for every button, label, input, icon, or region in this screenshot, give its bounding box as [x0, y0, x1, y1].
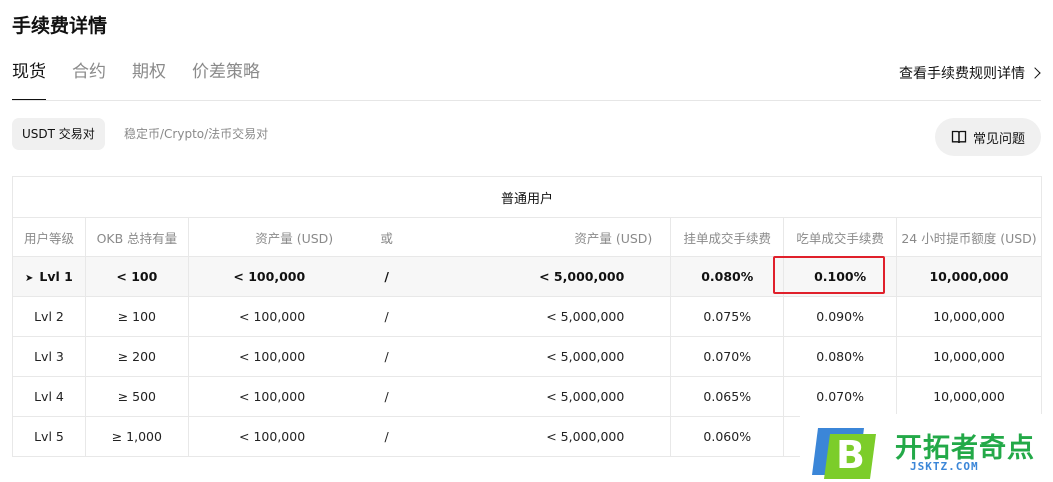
cell-okb: ≥ 100	[84, 296, 189, 337]
table-row: Lvl 3 ≥ 200 < 100,000 / < 5,000,000 0.07…	[12, 336, 1042, 377]
faq-button[interactable]: 常见问题	[935, 118, 1041, 156]
cell-maker-fee: 0.060%	[670, 416, 785, 457]
cell-or: /	[351, 336, 423, 377]
watermark-logo-icon: B	[812, 428, 876, 479]
cell-maker-fee: 0.065%	[670, 376, 785, 417]
tabs-divider	[12, 100, 1041, 101]
subtab-stable-crypto-fiat-pairs[interactable]: 稳定币/Crypto/法币交易对	[124, 125, 268, 142]
cell-assets-2: < 5,000,000	[422, 376, 672, 417]
tab-options[interactable]: 期权	[132, 60, 166, 101]
faq-button-label: 常见问题	[972, 131, 1025, 147]
cell-assets-2: < 5,000,000	[422, 336, 672, 377]
cell-or: /	[351, 296, 423, 337]
cell-taker-fee: 0.090%	[783, 296, 898, 337]
cell-withdraw-limit: 10,000,000	[896, 336, 1042, 377]
col-header-or: 或	[351, 217, 423, 257]
cell-assets: < 100,000	[187, 376, 352, 417]
cell-assets-2: < 5,000,000	[422, 296, 672, 337]
cell-taker-fee: 0.100%	[783, 256, 898, 297]
cell-level-text: Lvl 1	[39, 269, 73, 284]
cell-assets-2: < 5,000,000	[422, 416, 672, 457]
play-marker-icon: ➤	[25, 273, 34, 284]
cell-level: Lvl 2	[12, 296, 86, 337]
table-row: Lvl 4 ≥ 500 < 100,000 / < 5,000,000 0.06…	[12, 376, 1042, 417]
fee-rules-link[interactable]: 查看手续费规则详情	[899, 63, 1041, 83]
table-row: ➤ Lvl 1 < 100 < 100,000 / < 5,000,000 0.0…	[12, 256, 1042, 297]
cell-maker-fee: 0.070%	[670, 336, 785, 377]
tab-futures[interactable]: 合约	[72, 60, 106, 101]
fee-rules-link-label: 查看手续费规则详情	[899, 66, 1025, 82]
page-title: 手续费详情	[12, 15, 108, 37]
product-tabs: 现货 合约 期权 价差策略	[12, 60, 286, 101]
cell-level: Lvl 3	[12, 336, 86, 377]
watermark-domain: JSKTZ.COM	[910, 460, 979, 473]
tab-spot[interactable]: 现货	[12, 60, 46, 101]
table-group-header: 普通用户	[12, 176, 1042, 218]
cell-assets: < 100,000	[187, 336, 352, 377]
tab-spread-strategy[interactable]: 价差策略	[192, 60, 260, 101]
cell-level: Lvl 4	[12, 376, 86, 417]
cell-okb: ≥ 1,000	[84, 416, 189, 457]
cell-withdraw-limit: 10,000,000	[896, 256, 1042, 297]
col-header-withdraw-limit: 24 小时提币额度 (USD)	[896, 217, 1042, 257]
book-icon	[951, 130, 967, 144]
cell-maker-fee: 0.080%	[670, 256, 785, 297]
cell-or: /	[351, 376, 423, 417]
cell-taker-fee: 0.080%	[783, 336, 898, 377]
watermark-logo-letter: B	[836, 433, 865, 477]
table-row: Lvl 2 ≥ 100 < 100,000 / < 5,000,000 0.07…	[12, 296, 1042, 337]
col-header-assets: 资产量 (USD)	[187, 217, 352, 257]
cell-assets-2: < 5,000,000	[422, 256, 672, 297]
cell-level: Lvl 5	[12, 416, 86, 457]
cell-level: ➤ Lvl 1	[12, 256, 86, 297]
cell-okb: ≥ 500	[84, 376, 189, 417]
chevron-right-icon	[1029, 67, 1041, 79]
col-header-level: 用户等级	[12, 217, 86, 257]
cell-withdraw-limit: 10,000,000	[896, 296, 1042, 337]
cell-assets: < 100,000	[187, 256, 352, 297]
cell-or: /	[351, 256, 423, 297]
cell-okb: ≥ 200	[84, 336, 189, 377]
cell-taker-fee: 0.070%	[783, 376, 898, 417]
cell-maker-fee: 0.075%	[670, 296, 785, 337]
cell-withdraw-limit: 10,000,000	[896, 376, 1042, 417]
cell-assets: < 100,000	[187, 296, 352, 337]
subtab-usdt-pairs[interactable]: USDT 交易对	[12, 118, 105, 150]
cell-assets: < 100,000	[187, 416, 352, 457]
col-header-maker-fee: 挂单成交手续费	[670, 217, 785, 257]
cell-okb: < 100	[84, 256, 189, 297]
col-header-taker-fee: 吃单成交手续费	[783, 217, 898, 257]
col-header-assets-2: 资产量 (USD)	[422, 217, 672, 257]
watermark: B 开拓者奇点 JSKTZ.COM	[800, 414, 1053, 482]
col-header-okb: OKB 总持有量	[84, 217, 189, 257]
cell-or: /	[351, 416, 423, 457]
